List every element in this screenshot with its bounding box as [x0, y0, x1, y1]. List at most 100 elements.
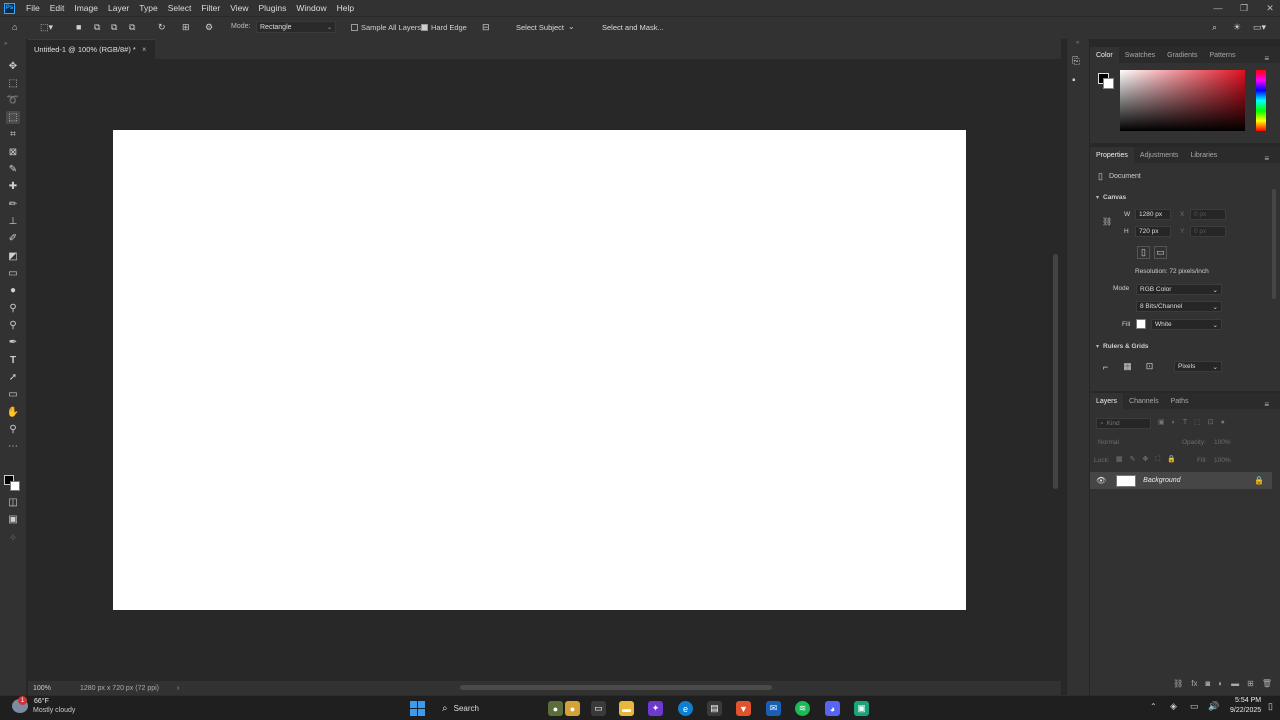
menu-select[interactable]: Select — [163, 3, 197, 13]
units-select[interactable]: Pixels ⌄ — [1174, 361, 1222, 372]
fill-value[interactable]: 100% — [1214, 457, 1231, 464]
grid-icon[interactable]: ▦ — [1121, 360, 1134, 373]
bit-depth-select[interactable]: 8 Bits/Channel ⌄ — [1136, 301, 1222, 312]
lasso-tool-icon[interactable]: ➰ — [6, 94, 20, 107]
guides-icon[interactable]: ⊡ — [1143, 360, 1156, 373]
tab-libraries[interactable]: Libraries — [1184, 147, 1223, 163]
clone-stamp-tool-icon[interactable]: ⊥ — [6, 215, 20, 228]
start-button[interactable] — [410, 701, 425, 716]
tab-swatches[interactable]: Swatches — [1119, 47, 1161, 63]
panel-menu-icon[interactable]: ≡ — [1258, 50, 1275, 66]
taskbar-search[interactable]: ⌕ Search — [436, 700, 534, 717]
app-icon[interactable]: ✦ — [648, 701, 663, 716]
discover-icon[interactable]: ☀ — [1233, 22, 1241, 33]
layer-row[interactable]: 👁 Background 🔒 — [1090, 472, 1272, 489]
opacity-value[interactable]: 100% — [1214, 439, 1231, 446]
menu-filter[interactable]: Filter — [196, 3, 225, 13]
hand-tool-icon[interactable]: ✋ — [6, 406, 20, 419]
healing-brush-tool-icon[interactable]: ✚ — [6, 180, 20, 193]
crop-tool-icon[interactable]: ⌗ — [6, 128, 20, 141]
select-subject-dropdown-icon[interactable]: ⌄ — [568, 22, 575, 31]
vertical-scrollbar-thumb[interactable] — [1053, 254, 1058, 489]
menu-layer[interactable]: Layer — [103, 3, 134, 13]
network-icon[interactable]: ▭ — [1190, 701, 1199, 712]
search-icon[interactable]: ⌕ — [1212, 22, 1217, 33]
move-tool-icon[interactable]: ✥ — [6, 60, 20, 73]
object-selection-tool-icon[interactable]: ⬚ — [6, 111, 20, 124]
fx-icon[interactable]: fx — [1191, 679, 1197, 688]
menu-file[interactable]: File — [21, 3, 45, 13]
brave-icon[interactable]: ▼ — [736, 701, 751, 716]
new-selection-icon[interactable]: ■ — [76, 22, 81, 32]
tab-gradients[interactable]: Gradients — [1161, 47, 1203, 63]
photoshop-logo[interactable]: Ps — [4, 2, 15, 14]
file-explorer-icon[interactable]: ▬ — [619, 701, 634, 716]
adjustment-layer-icon[interactable]: ◐ — [1218, 679, 1223, 688]
collapse-icon[interactable]: » — [4, 41, 7, 47]
fill-select[interactable]: White ⌄ — [1151, 319, 1222, 330]
menu-image[interactable]: Image — [69, 3, 103, 13]
quick-mask-icon[interactable]: ◫ — [6, 496, 20, 509]
width-field[interactable]: 1280 px — [1135, 209, 1171, 220]
eyedropper-tool-icon[interactable]: ✎ — [6, 163, 20, 176]
properties-scrollbar-thumb[interactable] — [1272, 189, 1276, 299]
panel-menu-icon[interactable]: ≡ — [1258, 150, 1275, 166]
menu-view[interactable]: View — [225, 3, 253, 13]
visibility-eye-icon[interactable]: 👁 — [1096, 476, 1106, 485]
vertical-scrollbar[interactable] — [1051, 59, 1061, 681]
path-selection-tool-icon[interactable]: ➚ — [6, 371, 20, 384]
frame-tool-icon[interactable]: ⊠ — [6, 146, 20, 159]
menu-plugins[interactable]: Plugins — [253, 3, 291, 13]
status-menu-arrow[interactable]: › — [177, 685, 179, 692]
link-layers-icon[interactable]: ⛓ — [1173, 679, 1183, 688]
dodge-tool-icon[interactable]: ⚲ — [6, 302, 20, 315]
expand-panels-icon[interactable]: « — [1076, 40, 1079, 46]
tab-patterns[interactable]: Patterns — [1203, 47, 1241, 63]
marquee-tool-icon[interactable]: ⬚ — [6, 77, 20, 90]
minimize-icon[interactable]: — — [1212, 3, 1224, 13]
notifications-icon[interactable]: ▯ — [1268, 701, 1273, 712]
landscape-orientation-icon[interactable]: ▭ — [1154, 246, 1167, 259]
clock-time[interactable]: 5:54 PM — [1235, 697, 1261, 704]
menu-window[interactable]: Window — [291, 3, 331, 13]
tray-app-icon[interactable]: ◈ — [1170, 701, 1177, 712]
new-group-icon[interactable]: ▬ — [1231, 679, 1239, 688]
hard-edge-checkbox[interactable]: Hard Edge — [421, 23, 467, 32]
spotify-icon[interactable]: ≋ — [795, 701, 810, 716]
panel-menu-icon[interactable]: ≡ — [1258, 396, 1275, 412]
comments-icon[interactable]: ▪ — [1072, 75, 1076, 86]
app-active-icon[interactable]: ▣ — [854, 701, 869, 716]
brush-tool-icon[interactable]: ✏ — [6, 198, 20, 211]
color-field[interactable] — [1120, 70, 1245, 131]
select-subject-button[interactable]: Select Subject — [510, 20, 570, 35]
mode-select[interactable]: Rectangle ⌄ — [256, 21, 336, 33]
document-tab[interactable]: Untitled-1 @ 100% (RGB/8#) * × — [28, 39, 155, 59]
menu-edit[interactable]: Edit — [45, 3, 70, 13]
new-layer-icon[interactable]: ⊞ — [1247, 679, 1254, 688]
zoom-lens-icon[interactable]: ⚲ — [6, 319, 20, 332]
gradient-tool-icon[interactable]: ▭ — [6, 267, 20, 280]
tab-paths[interactable]: Paths — [1165, 393, 1195, 409]
lock-icon[interactable]: 🔒 — [1254, 476, 1264, 485]
refresh-icon[interactable]: ↻ — [158, 22, 166, 33]
task-view-icon[interactable]: ▭ — [591, 701, 606, 716]
volume-icon[interactable]: 🔊 — [1208, 701, 1219, 712]
blend-mode-select[interactable]: Normal — [1098, 439, 1119, 446]
menu-type[interactable]: Type — [134, 3, 162, 13]
history-icon[interactable]: ⎘ — [1072, 56, 1080, 67]
blur-tool-icon[interactable]: ● — [6, 284, 20, 297]
generative-icon[interactable]: ✧ — [6, 532, 20, 545]
workspace-icon[interactable]: ▭▾ — [1253, 22, 1266, 33]
tab-channels[interactable]: Channels — [1123, 393, 1165, 409]
home-icon[interactable]: ⌂ — [12, 22, 17, 32]
tab-adjustments[interactable]: Adjustments — [1134, 147, 1185, 163]
edge-icon[interactable]: e — [678, 701, 693, 716]
portrait-orientation-icon[interactable]: ▯ — [1137, 246, 1150, 259]
menu-help[interactable]: Help — [332, 3, 359, 13]
sample-icon[interactable]: ⊞ — [182, 22, 190, 33]
zoom-level[interactable]: 100% — [33, 685, 75, 692]
subtract-selection-icon[interactable]: ⧉ — [111, 22, 117, 33]
layer-name[interactable]: Background — [1143, 477, 1180, 484]
outlook-icon[interactable]: ✉ — [766, 701, 781, 716]
color-mode-select[interactable]: RGB Color ⌄ — [1136, 284, 1222, 295]
